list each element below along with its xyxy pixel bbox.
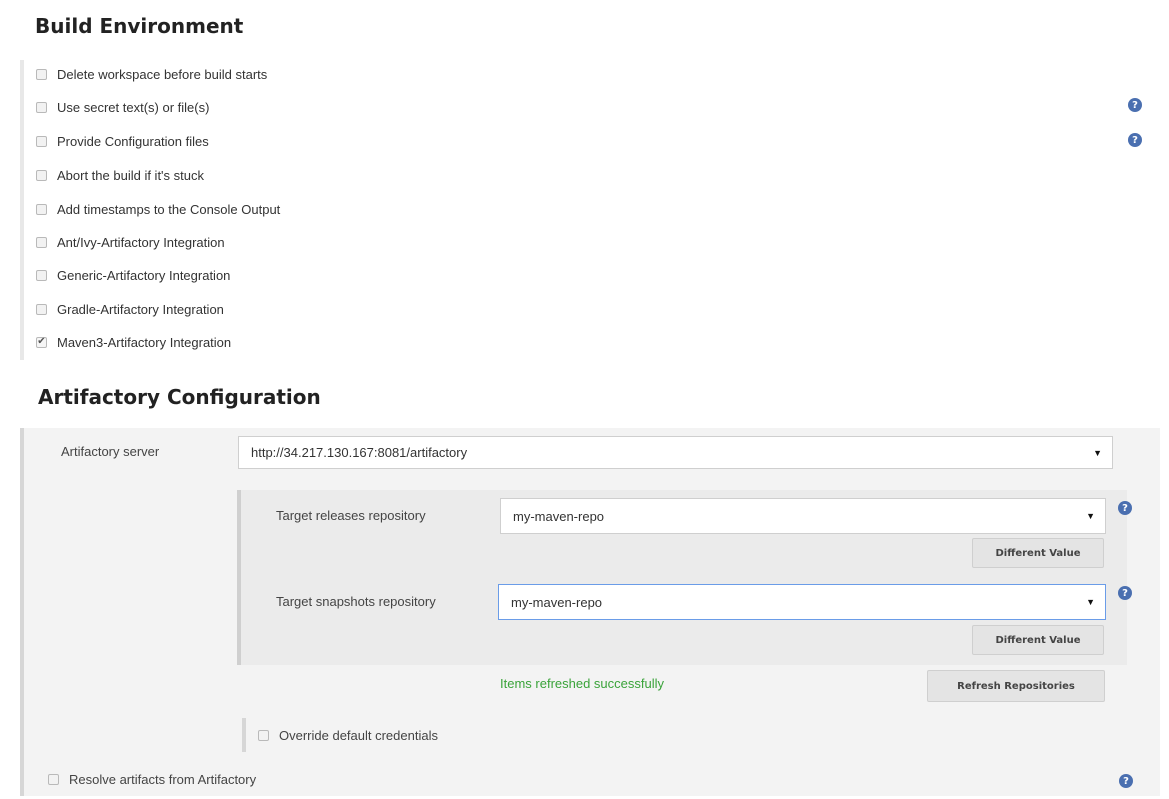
artifactory-server-value: http://34.217.130.167:8081/artifactory — [251, 445, 468, 460]
checkbox[interactable] — [36, 203, 47, 215]
option-label: Gradle-Artifactory Integration — [57, 301, 224, 317]
build-environment-section-bar — [20, 60, 24, 360]
checkbox[interactable] — [36, 269, 47, 281]
refresh-repositories-button[interactable]: Refresh Repositories — [927, 670, 1105, 702]
option-label: Use secret text(s) or file(s) — [57, 99, 210, 115]
checkbox[interactable] — [258, 730, 269, 741]
dropdown-arrow-icon: ▼ — [1086, 511, 1095, 521]
option-label: Abort the build if it's stuck — [57, 167, 204, 183]
override-credentials-label: Override default credentials — [279, 728, 438, 743]
help-icon[interactable]: ? — [1118, 586, 1132, 600]
help-icon[interactable]: ? — [1128, 133, 1142, 147]
option-label: Generic-Artifactory Integration — [57, 267, 231, 283]
artifactory-server-select[interactable]: http://34.217.130.167:8081/artifactory ▼ — [238, 436, 1113, 469]
target-releases-value: my-maven-repo — [513, 508, 605, 524]
artifactory-server-label: Artifactory server — [61, 444, 160, 459]
option-label: Maven3-Artifactory Integration — [57, 334, 232, 350]
dropdown-arrow-icon: ▼ — [1093, 447, 1102, 458]
option-label: Provide Configuration files — [57, 133, 209, 149]
checkbox[interactable] — [36, 303, 47, 315]
option-delete-workspace[interactable]: Delete workspace before build starts — [36, 64, 267, 84]
option-ant-ivy-artifactory[interactable]: Ant/Ivy-Artifactory Integration — [36, 232, 225, 252]
build-environment-heading: Build Environment — [35, 14, 244, 38]
dropdown-arrow-icon: ▼ — [1086, 597, 1095, 607]
checkbox[interactable] — [36, 169, 47, 181]
different-value-button[interactable]: Different Value — [972, 625, 1104, 655]
option-label: Delete workspace before build starts — [57, 66, 268, 82]
override-section-bar — [242, 718, 246, 752]
checkbox[interactable] — [36, 135, 47, 147]
help-icon[interactable]: ? — [1128, 98, 1142, 112]
resolve-artifacts-label: Resolve artifacts from Artifactory — [69, 772, 257, 787]
different-value-button[interactable]: Different Value — [972, 538, 1104, 568]
checkbox-checked[interactable]: ✔ — [36, 336, 47, 348]
artifactory-configuration-heading: Artifactory Configuration — [38, 385, 321, 409]
option-abort-stuck[interactable]: Abort the build if it's stuck — [36, 165, 204, 185]
option-timestamps[interactable]: Add timestamps to the Console Output — [36, 199, 280, 219]
resolve-artifacts-option[interactable]: Resolve artifacts from Artifactory — [48, 772, 256, 787]
refresh-success-message: Items refreshed successfully — [500, 676, 665, 691]
override-credentials-option[interactable]: Override default credentials — [258, 728, 438, 743]
checkbox[interactable] — [36, 101, 47, 113]
option-gradle-artifactory[interactable]: Gradle-Artifactory Integration — [36, 299, 224, 319]
checkbox[interactable] — [48, 774, 59, 785]
help-icon[interactable]: ? — [1118, 501, 1132, 515]
option-config-files[interactable]: Provide Configuration files — [36, 131, 209, 151]
help-icon[interactable]: ? — [1119, 774, 1133, 788]
option-label: Ant/Ivy-Artifactory Integration — [57, 234, 225, 250]
checkbox[interactable] — [36, 236, 47, 248]
checkmark-icon: ✔ — [37, 336, 46, 347]
target-snapshots-label: Target snapshots repository — [276, 594, 436, 609]
option-generic-artifactory[interactable]: Generic-Artifactory Integration — [36, 265, 230, 285]
target-snapshots-value: my-maven-repo — [511, 594, 603, 610]
target-releases-label: Target releases repository — [276, 508, 426, 523]
target-releases-select[interactable]: my-maven-repo ▼ — [500, 498, 1106, 534]
checkbox[interactable] — [36, 68, 47, 80]
option-label: Add timestamps to the Console Output — [57, 201, 281, 217]
option-maven3-artifactory[interactable]: ✔ Maven3-Artifactory Integration — [36, 332, 231, 352]
target-snapshots-select[interactable]: my-maven-repo ▼ — [498, 584, 1106, 620]
option-secret-text[interactable]: Use secret text(s) or file(s) — [36, 97, 209, 117]
